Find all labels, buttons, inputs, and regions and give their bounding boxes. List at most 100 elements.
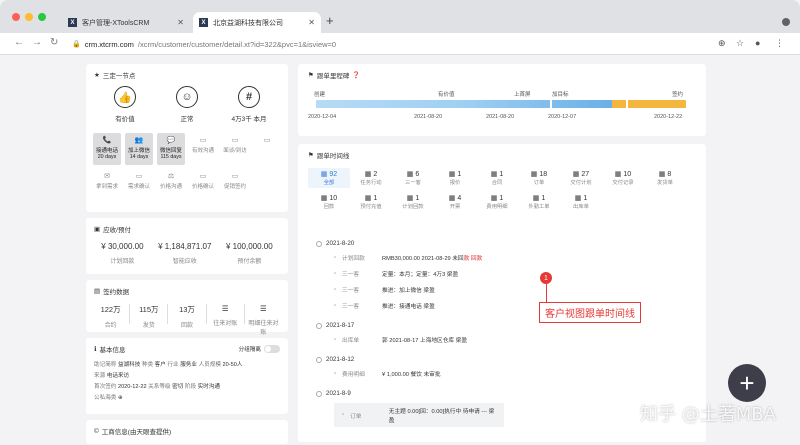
timeline-category[interactable]: ▦ 18 订单 [518, 168, 560, 188]
timeline-category[interactable]: ▦ 1 出库单 [560, 192, 602, 212]
action-label: 有效沟通 [191, 148, 214, 154]
browser-menu-icon[interactable] [782, 18, 790, 26]
status-target[interactable]: #4万3千 本月 [224, 86, 274, 123]
action-tile[interactable]: ▭ 促销签约 [221, 169, 249, 201]
action-tile[interactable]: ▭ 有效沟通 [189, 133, 217, 165]
timeline-category[interactable]: ▦ 92 全部 [308, 168, 350, 188]
timeline-category[interactable]: ▦ 2 任务行动 [350, 168, 392, 188]
category-icon: ▦ [490, 171, 498, 178]
toggle-switch[interactable] [264, 345, 280, 353]
more-icon[interactable]: ⋮ [775, 38, 784, 49]
action-label: 促销签约 [223, 184, 246, 190]
sign-payment[interactable]: 13万 回款 [170, 304, 203, 336]
milestone-label: 签约 [672, 92, 684, 98]
action-tile[interactable]: 📞 接通电话 20 days [93, 133, 121, 165]
timeline-category[interactable]: ▦ 4 开票 [434, 192, 476, 212]
star-icon[interactable]: ☆ [736, 38, 744, 49]
category-count-row: ▦ 1 [476, 170, 518, 179]
timeline-category[interactable]: ▦ 8 发货单 [644, 168, 686, 188]
sign-detail-reconcile[interactable]: ☰ 明细往来对账 [247, 304, 280, 336]
sign-delivery[interactable]: 115万 发货 [132, 304, 165, 336]
category-count-row: ▦ 8 [644, 170, 686, 179]
hash-icon: # [238, 86, 260, 108]
timeline-category[interactable]: ▦ 1 外勤工单 [518, 192, 560, 212]
timeline-category[interactable]: ▦ 1 费用明细 [476, 192, 518, 212]
info-key: 种类 [141, 362, 154, 368]
flag-icon: ⚑ [308, 152, 314, 159]
action-tile[interactable]: ▭ 面谈/到访 [221, 133, 249, 165]
receivable-prepaid[interactable]: ¥ 100,000.00 预付余额 [226, 242, 273, 265]
event-text: 定量：本月；定量：4万3 梁盈 [382, 269, 458, 278]
new-tab-button[interactable]: + [326, 14, 334, 28]
category-count-row: ▦ 1 [392, 194, 434, 203]
forward-arrow-icon[interactable]: → [32, 37, 42, 49]
url-field[interactable]: 🔒 crm.xtcrm.com/xcrm/customer/customer/d… [72, 36, 712, 52]
action-tile[interactable]: ✉ 拿到需求 [93, 169, 121, 201]
annotation-line [546, 284, 547, 302]
timeline-event[interactable]: ▫ 出库单 郭 2021-08-17 上海地区仓库 梁盈 [334, 335, 696, 345]
timeline-event[interactable]: ▫ 三一客 定量：本月；定量：4万3 梁盈 [334, 269, 696, 279]
event-type: 订单 [350, 413, 362, 420]
category-count: 1 [541, 194, 546, 202]
reload-icon[interactable]: ↻ [50, 37, 58, 49]
action-tile[interactable]: ⚖ 价格沟通 [157, 169, 185, 201]
timeline-event[interactable]: ▫ 费用明细 ¥ 1,000.00 餐饮 未审批 [334, 369, 696, 379]
milestone-date: 2020-12-22 [654, 114, 683, 120]
receivable-planned[interactable]: ¥ 30,000.00 计划回款 [101, 242, 143, 265]
status-row: 👍 有价值 ☺ 正常 #4万3千 本月 [94, 86, 280, 123]
action-tile[interactable]: 👥 加上微信 14 days [125, 133, 153, 165]
timeline-category[interactable]: ▦ 6 三一客 [392, 168, 434, 188]
action-tile[interactable]: ▭ 价格确认 [189, 169, 217, 201]
timeline-category[interactable]: ▦ 10 交付记录 [602, 168, 644, 188]
status-normal[interactable]: ☺ 正常 [162, 86, 212, 123]
category-count: 18 [539, 170, 548, 178]
timeline-category[interactable]: ▦ 1 预付充值 [350, 192, 392, 212]
sign-contract[interactable]: 122万 合约 [94, 304, 127, 336]
action-tile[interactable]: 💬 微信回复 115 days [157, 133, 185, 165]
close-icon[interactable]: ✕ [177, 18, 184, 27]
info-value: ⊕ [117, 395, 123, 401]
timeline-category[interactable]: ▦ 27 交付计划 [560, 168, 602, 188]
action-tile[interactable]: ▭ 需求确认 [125, 169, 153, 201]
annotation-label: 客户视图跟单时间线 [539, 302, 641, 323]
timeline-event[interactable]: ▫ 计划回款 RMB30,000.00 2021-08-29 未回款 回款 [334, 253, 696, 263]
timeline-header: ⚑ 跟单时间线 [308, 152, 350, 160]
profile-icon[interactable]: ● [755, 38, 760, 49]
sign-header: ▤ 签约数据 [94, 288, 130, 296]
timeline-category[interactable]: ▦ 10 回款 [308, 192, 350, 212]
timeline-category[interactable]: ▦ 1 合同 [476, 168, 518, 188]
zoom-icon[interactable]: ⊕ [718, 38, 726, 49]
action-icon: 👥 [134, 137, 144, 144]
timeline-category[interactable]: ▦ 1 报价 [434, 168, 476, 188]
back-arrow-icon[interactable]: ← [14, 37, 24, 49]
tab-crm[interactable]: X 客户管理-XToolsCRM ✕ [62, 12, 190, 33]
timeline-event[interactable]: ▫ 三一客 推进：加上微信 梁盈 [334, 285, 696, 295]
info-value: 20-50人 [222, 362, 243, 368]
category-label: 报价 [449, 180, 461, 186]
timeline-date: 2021-8-12 [326, 356, 355, 363]
status-value[interactable]: 👍 有价值 [100, 86, 150, 123]
group-isolation-toggle[interactable]: 分组隔离 [239, 345, 280, 353]
timeline-event[interactable]: ▫ 订单 无主题 0.00[回：0.00]执行中 待申请 --- 梁盈 [334, 403, 504, 427]
add-button[interactable]: + [728, 364, 766, 402]
help-icon[interactable]: ❓ [352, 71, 360, 79]
tab-customer[interactable]: X 北京益湖科技有限公司 ✕ [193, 12, 321, 33]
action-tile[interactable]: ▭ [253, 133, 281, 165]
close-window-button[interactable] [12, 13, 20, 21]
info-row: 来源 电话来访 [94, 371, 280, 382]
timeline-category[interactable]: ▦ 1 计划回款 [392, 192, 434, 212]
receivable-header: ▣ 应收/预付 [94, 226, 131, 234]
category-count: 27 [581, 170, 590, 178]
info-key: 人员规模 [198, 362, 221, 368]
business-info-card: © 工商信息(由天眼查提供) [86, 420, 288, 444]
url-host: crm.xtcrm.com [84, 39, 134, 49]
event-text-main: 无主题 0.00[回：0.00]执行中 待申请 --- 梁盈 [388, 409, 495, 424]
close-icon[interactable]: ✕ [308, 18, 315, 27]
maximize-window-button[interactable] [38, 13, 46, 21]
receivable-smart[interactable]: ¥ 1,184,871.07 智能应收 [158, 242, 211, 265]
action-icon: ▭ [199, 173, 207, 180]
category-icon: ▦ [490, 195, 498, 202]
minimize-window-button[interactable] [25, 13, 33, 21]
sign-reconcile[interactable]: ☰ 往来对账 [209, 304, 242, 336]
timeline-event[interactable]: ▫ 三一客 推进：接通电话 梁盈 [334, 301, 696, 311]
